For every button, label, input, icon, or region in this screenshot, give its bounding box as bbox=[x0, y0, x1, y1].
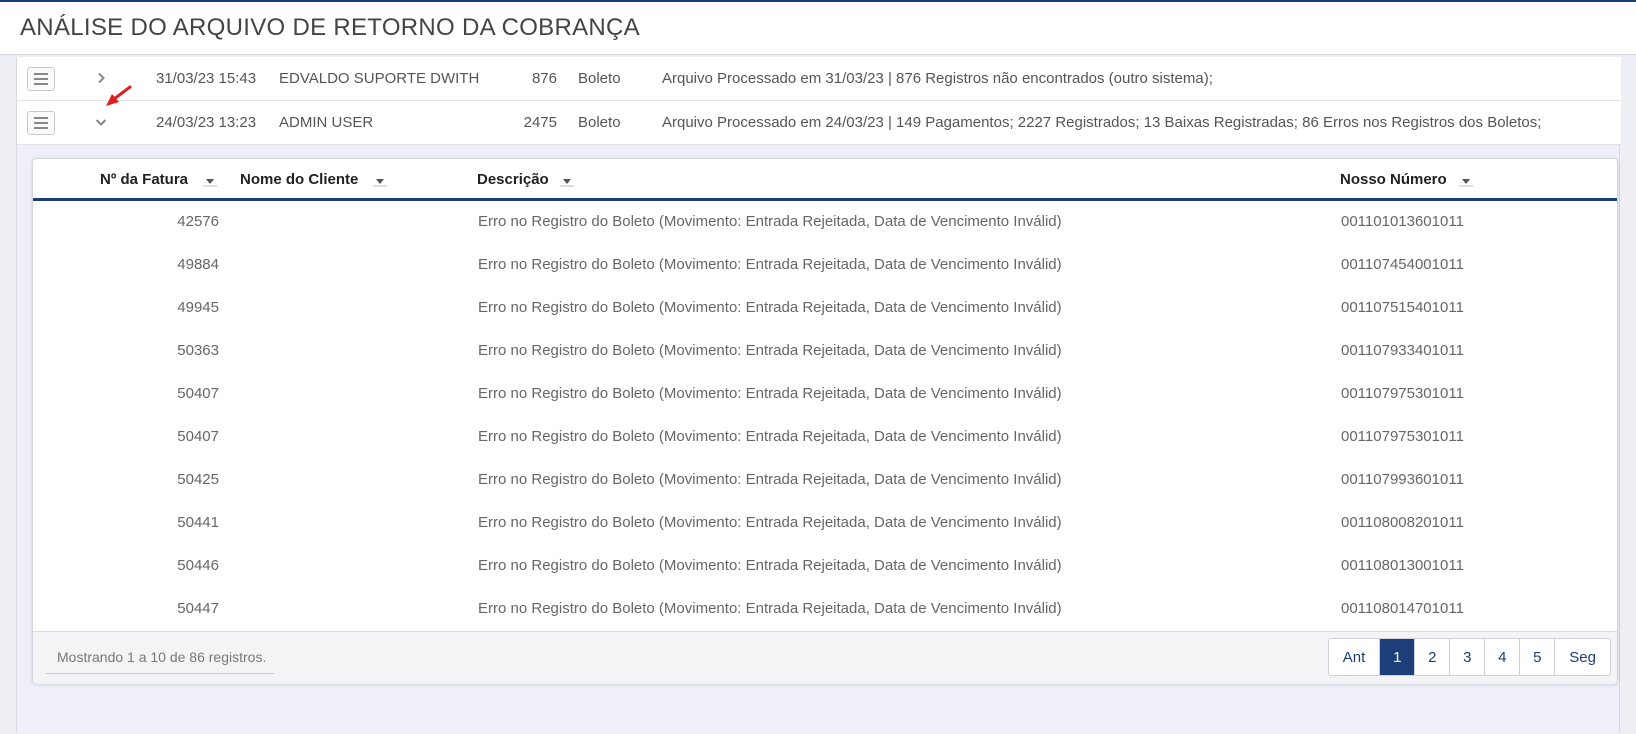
table-row[interactable]: 50407 Erro no Registro do Boleto (Movimen… bbox=[33, 373, 1617, 416]
file-summary: Arquivo Processado em 24/03/23 | 149 Pag… bbox=[662, 114, 1542, 131]
records-info: Mostrando 1 a 10 de 86 registros. bbox=[45, 640, 275, 674]
column-header-client[interactable]: Nome do Cliente bbox=[240, 171, 358, 188]
file-type: Boleto bbox=[578, 70, 621, 87]
grid-body: 42576 Erro no Registro do Boleto (Movimen… bbox=[33, 201, 1617, 631]
cell-our-number: 001108013001011 bbox=[1341, 557, 1464, 574]
cell-description: Erro no Registro do Boleto (Movimento: E… bbox=[478, 299, 1062, 316]
column-header-description[interactable]: Descrição bbox=[477, 171, 549, 188]
cell-our-number: 001107975301011 bbox=[1341, 428, 1464, 445]
grid-header: Nº da Fatura Nome do Cliente Descrição N… bbox=[33, 159, 1617, 201]
cell-description: Erro no Registro do Boleto (Movimento: E… bbox=[478, 342, 1062, 359]
pagination-prev-button[interactable]: Ant bbox=[1329, 639, 1380, 675]
cell-description: Erro no Registro do Boleto (Movimento: E… bbox=[478, 600, 1062, 617]
red-arrow-icon bbox=[106, 85, 132, 106]
pagination-next-button[interactable]: Seg bbox=[1554, 639, 1610, 675]
cell-description: Erro no Registro do Boleto (Movimento: E… bbox=[478, 428, 1062, 445]
table-row[interactable]: 49945 Erro no Registro do Boleto (Movimen… bbox=[33, 287, 1617, 330]
cell-our-number: 001101013601011 bbox=[1341, 213, 1464, 230]
menu-lines-icon[interactable] bbox=[27, 111, 55, 135]
cell-invoice: 42576 bbox=[177, 213, 219, 230]
file-count: 2475 bbox=[523, 114, 557, 131]
table-row[interactable]: 50363 Erro no Registro do Boleto (Movimen… bbox=[33, 330, 1617, 373]
caret-down-icon[interactable] bbox=[560, 177, 574, 187]
grid-footer: Mostrando 1 a 10 de 86 registros. Ant 1 2 3… bbox=[33, 631, 1617, 684]
table-row[interactable]: 50447 Erro no Registro do Boleto (Movimen… bbox=[33, 588, 1617, 631]
file-user: ADMIN USER bbox=[279, 114, 374, 131]
file-datetime: 24/03/23 13:23 bbox=[156, 114, 257, 131]
cell-description: Erro no Registro do Boleto (Movimento: E… bbox=[478, 471, 1062, 488]
table-row[interactable]: 50425 Erro no Registro do Boleto (Movimen… bbox=[33, 459, 1617, 502]
file-type: Boleto bbox=[578, 114, 621, 131]
cell-invoice: 50425 bbox=[177, 471, 219, 488]
table-row[interactable]: 50441 Erro no Registro do Boleto (Movimen… bbox=[33, 502, 1617, 545]
cell-our-number: 001107454001011 bbox=[1341, 256, 1464, 273]
cell-description: Erro no Registro do Boleto (Movimento: E… bbox=[478, 514, 1062, 531]
chevron-down-icon[interactable] bbox=[91, 112, 111, 132]
cell-description: Erro no Registro do Boleto (Movimento: E… bbox=[478, 385, 1062, 402]
file-row[interactable]: 24/03/23 13:23 ADMIN USER 2475 Boleto Ar… bbox=[17, 101, 1621, 145]
file-row[interactable]: 31/03/23 15:43 EDVALDO SUPORTE DWITH 876… bbox=[17, 57, 1621, 101]
file-summary: Arquivo Processado em 31/03/23 | 876 Reg… bbox=[662, 70, 1213, 87]
cell-invoice: 50407 bbox=[177, 428, 219, 445]
pagination: Ant 1 2 3 4 5 Seg bbox=[1327, 638, 1611, 676]
table-row[interactable]: 49884 Erro no Registro do Boleto (Movimen… bbox=[33, 244, 1617, 287]
cell-description: Erro no Registro do Boleto (Movimento: E… bbox=[478, 557, 1062, 574]
cell-invoice: 49884 bbox=[177, 256, 219, 273]
pagination-page-button[interactable]: 2 bbox=[1414, 639, 1449, 675]
cell-invoice: 49945 bbox=[177, 299, 219, 316]
pagination-page-button[interactable]: 5 bbox=[1519, 639, 1554, 675]
cell-invoice: 50447 bbox=[177, 600, 219, 617]
menu-lines-icon[interactable] bbox=[27, 67, 55, 91]
cell-our-number: 001107515401011 bbox=[1341, 299, 1464, 316]
cell-invoice: 50407 bbox=[177, 385, 219, 402]
caret-down-icon[interactable] bbox=[1459, 177, 1473, 187]
column-header-invoice[interactable]: Nº da Fatura bbox=[100, 171, 188, 188]
cell-description: Erro no Registro do Boleto (Movimento: E… bbox=[478, 213, 1062, 230]
pagination-page-button[interactable]: 3 bbox=[1449, 639, 1484, 675]
cell-invoice: 50441 bbox=[177, 514, 219, 531]
file-datetime: 31/03/23 15:43 bbox=[156, 70, 257, 87]
cell-invoice: 50363 bbox=[177, 342, 219, 359]
file-user: EDVALDO SUPORTE DWITH bbox=[279, 70, 480, 87]
pagination-page-button[interactable]: 4 bbox=[1484, 639, 1519, 675]
table-row[interactable]: 50407 Erro no Registro do Boleto (Movimen… bbox=[33, 416, 1617, 459]
table-row[interactable]: 42576 Erro no Registro do Boleto (Movimen… bbox=[33, 201, 1617, 244]
cell-description: Erro no Registro do Boleto (Movimento: E… bbox=[478, 256, 1062, 273]
column-header-our-number[interactable]: Nosso Número bbox=[1340, 171, 1447, 188]
table-row[interactable]: 50446 Erro no Registro do Boleto (Movimen… bbox=[33, 545, 1617, 588]
cell-our-number: 001107975301011 bbox=[1341, 385, 1464, 402]
caret-down-icon[interactable] bbox=[373, 177, 387, 187]
cell-invoice: 50446 bbox=[177, 557, 219, 574]
pagination-page-button[interactable]: 1 bbox=[1379, 639, 1415, 675]
cell-our-number: 001107993601011 bbox=[1341, 471, 1464, 488]
page-title: ANÁLISE DO ARQUIVO DE RETORNO DA COBRANÇ… bbox=[20, 14, 640, 41]
caret-down-icon[interactable] bbox=[203, 177, 217, 187]
error-records-grid: Nº da Fatura Nome do Cliente Descrição N… bbox=[32, 158, 1618, 684]
cell-our-number: 001108014701011 bbox=[1341, 600, 1464, 617]
file-count: 876 bbox=[531, 70, 557, 87]
cell-our-number: 001107933401011 bbox=[1341, 342, 1464, 359]
cell-our-number: 001108008201011 bbox=[1341, 514, 1464, 531]
page-header: ANÁLISE DO ARQUIVO DE RETORNO DA COBRANÇ… bbox=[0, 2, 1636, 54]
